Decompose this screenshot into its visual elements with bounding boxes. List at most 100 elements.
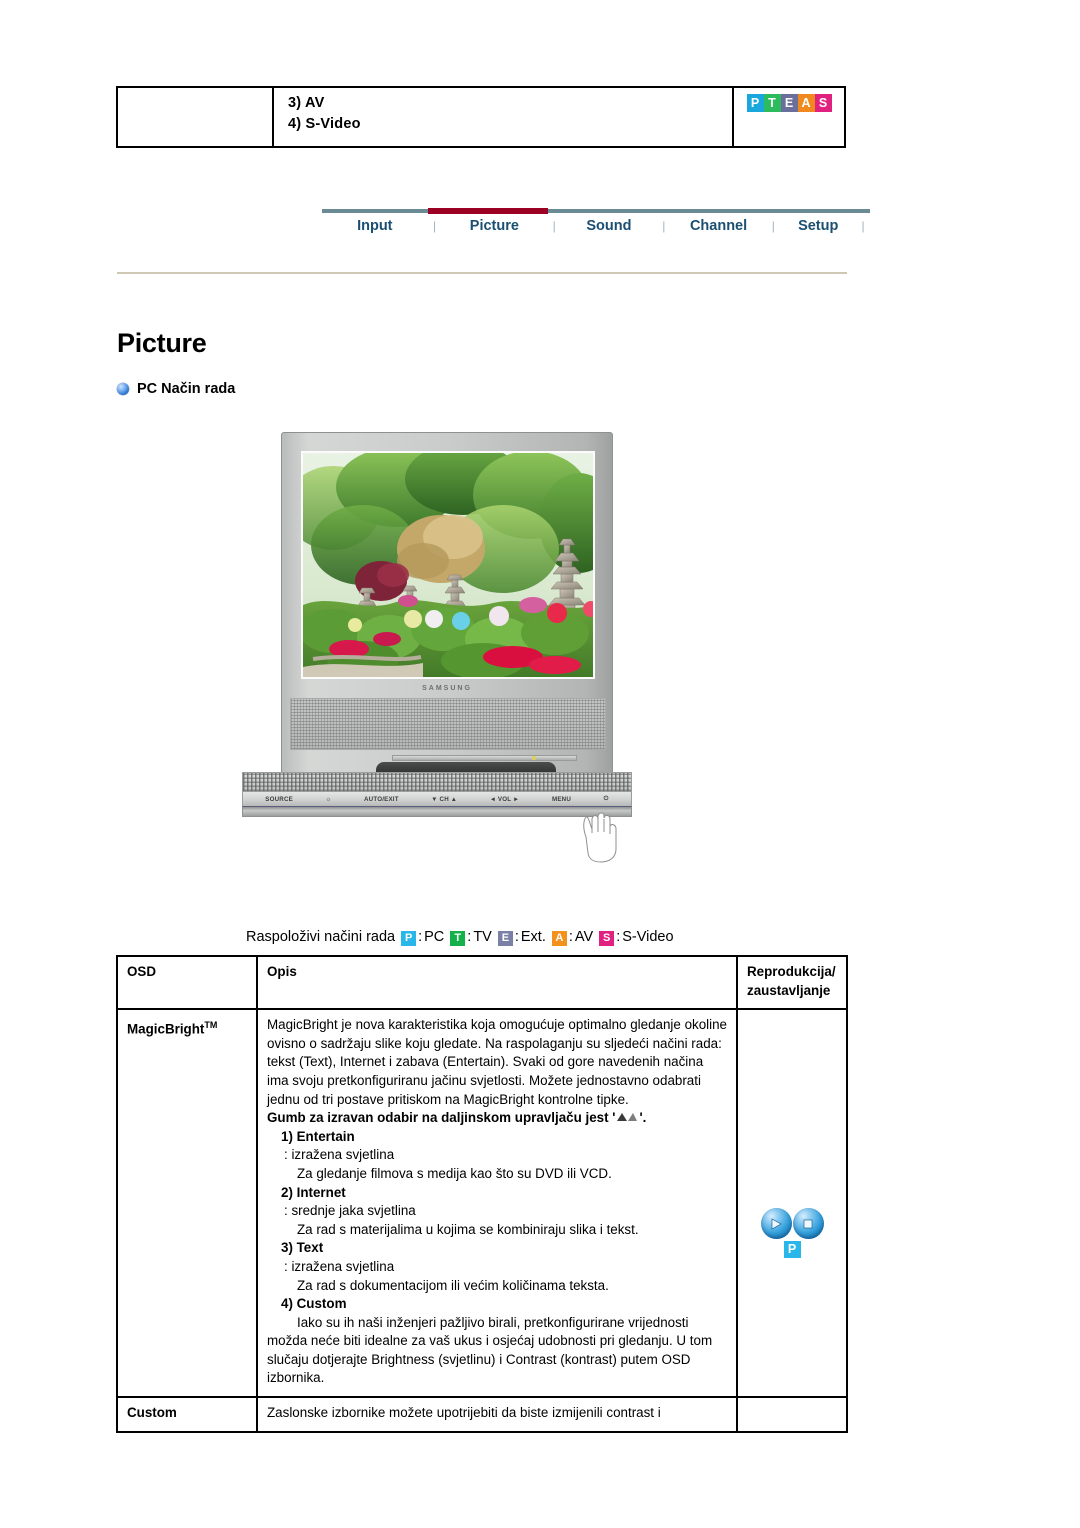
legend-colon-2: : [467, 929, 472, 945]
nav-separator-5: | [861, 219, 865, 233]
table-header-opis: Opis [256, 954, 738, 1011]
reproduction-icons: P [747, 1016, 837, 1259]
pteas-logo-icon: P T E A S [746, 94, 832, 112]
nav-item-channel[interactable]: Channel [671, 218, 767, 234]
mode-badge-ext-icon: E [497, 930, 513, 946]
bullet-sphere-icon [117, 383, 129, 395]
mode-item-brightness: : srednje jaka svjetlina [284, 1203, 416, 1219]
pteas-letter-e: E [780, 94, 798, 112]
main-nav[interactable]: Input | Picture | Sound | Channel | Setu… [322, 208, 870, 234]
monitor-base: SOURCE ☼ AUTO/EXIT ▼ CH ▲ ◄ VOL ► MENU ⏻ [242, 772, 632, 818]
row-description-magicbright: MagicBright je nova karakteristika koja … [256, 1008, 738, 1399]
monitor-button-strip [392, 755, 577, 761]
subsection-label: PC Način rada [137, 381, 236, 397]
stop-square-icon [793, 1208, 824, 1239]
hand-pointer-icon [583, 812, 617, 863]
play-triangle-icon [761, 1208, 792, 1239]
nav-separator-2: | [552, 219, 556, 233]
magicbright-text: MagicBright [127, 1021, 205, 1037]
legend-label-av: AV [574, 929, 594, 945]
legend-colon-5: : [616, 929, 621, 945]
control-button-row[interactable]: SOURCE ☼ AUTO/EXIT ▼ CH ▲ ◄ VOL ► MENU ⏻ [242, 792, 632, 806]
remote-note-suffix: '. [639, 1110, 647, 1126]
monitor-brand-label: SAMSUNG [422, 685, 472, 692]
mode-badge-svideo-icon: S [599, 930, 615, 946]
reprodukcija-line-2: zaustavljanje [747, 982, 831, 998]
nav-item-setup[interactable]: Setup [780, 218, 856, 234]
nav-item-picture[interactable]: Picture [442, 218, 548, 234]
row-reproduction-magicbright: P [736, 1008, 848, 1399]
mode-item-description: Za rad s materijalima u kojima se kombin… [297, 1221, 639, 1237]
monitor-screen [301, 451, 595, 679]
reprodukcija-line-1: Reprodukcija/ [747, 964, 836, 979]
magicbright-remote-icon [617, 1113, 638, 1122]
table-header-osd: OSD [116, 954, 258, 1011]
nav-rule [322, 208, 870, 214]
monitor-illustration: SAMSUNG SOURCE ☼ AUTO/EXIT ▼ CH ▲ ◄ VOL … [242, 432, 639, 863]
mode-item-brightness: : izražena svjetlina [284, 1147, 395, 1163]
table-row: MagicBrightTM MagicBright je nova karakt… [116, 1008, 848, 1399]
power-button-icon[interactable]: ⏻ [604, 795, 609, 803]
legend-colon-1: : [418, 929, 423, 945]
page-title: Picture [117, 328, 207, 358]
legend-label-pc: PC [424, 929, 445, 945]
row-label-magicbright: MagicBrightTM [116, 1008, 258, 1399]
mode-item-description: Za gledanje filmova s medija kao što su … [297, 1165, 612, 1181]
legend-label-ext: Ext. [520, 929, 546, 945]
nav-item-input[interactable]: Input [322, 218, 428, 234]
auto-exit-button[interactable]: AUTO/EXIT [364, 796, 399, 803]
pteas-letter-s: S [814, 94, 832, 112]
nav-separator-3: | [662, 219, 666, 233]
nav-item-sound[interactable]: Sound [561, 218, 657, 234]
power-led-icon [532, 756, 536, 760]
row-label-custom: Custom [116, 1396, 258, 1433]
legend-label: Raspoloživi načini rada [246, 929, 396, 945]
monitor-speaker-grille [290, 698, 606, 750]
mode-badge-pc-icon: P [401, 930, 417, 946]
base-speaker-grille [242, 772, 632, 792]
table-header-row: OSD Opis Reprodukcija/ zaustavljanje [116, 954, 848, 1011]
menu-button[interactable]: MENU [552, 796, 571, 803]
mode-item-description-custom: Iako su ih naši inženjeri pažljivo biral… [267, 1314, 713, 1386]
mode-badge-pc-icon: P [783, 1241, 801, 1259]
pteas-letter-p: P [746, 94, 764, 112]
row-reproduction-custom [736, 1396, 848, 1433]
channel-button[interactable]: ▼ CH ▲ [431, 796, 457, 803]
remote-note-prefix: Gumb za izravan odabir na daljinskom upr… [267, 1110, 616, 1126]
mode-item-heading: 1) Entertain [281, 1128, 355, 1144]
table-header-reprodukcija: Reprodukcija/ zaustavljanje [736, 954, 848, 1011]
remote-direct-button-note: Gumb za izravan odabir na daljinskom upr… [267, 1109, 727, 1128]
trademark-mark: TM [204, 1020, 218, 1031]
mode-item-description: Za rad s dokumentacijom ili većim količi… [297, 1277, 609, 1293]
mode-badge-tv-icon: T [450, 930, 466, 946]
source-button[interactable]: SOURCE [265, 796, 293, 803]
pteas-letter-t: T [763, 94, 781, 112]
monitor-body: SAMSUNG [281, 432, 613, 817]
mode-badge-av-icon: A [551, 930, 567, 946]
garden-photo [303, 453, 593, 677]
table-row: Custom Zaslonske izbornike možete upotri… [116, 1396, 848, 1433]
subsection-heading: PC Način rada [117, 381, 235, 397]
header-cell-logo: P T E A S [734, 88, 844, 146]
legend-label-tv: TV [473, 929, 492, 945]
base-front-edge [242, 806, 632, 817]
header-line-av: 3) AV [288, 95, 325, 111]
available-modes-legend: Raspoloživi načini rada P : PC T : TV E … [246, 929, 674, 946]
legend-colon-3: : [514, 929, 519, 945]
sphere-row [760, 1208, 824, 1240]
volume-button[interactable]: ◄ VOL ► [490, 796, 520, 803]
nav-separator-1: | [433, 219, 437, 233]
mode-item-heading-custom: 4) Custom [281, 1296, 347, 1312]
osd-description-table: OSD Opis Reprodukcija/ zaustavljanje Mag… [116, 954, 848, 1433]
mode-item-brightness: : izražena svjetlina [284, 1258, 395, 1274]
legend-label-svideo: S-Video [622, 929, 674, 945]
legend-colon-4: : [568, 929, 573, 945]
play-icon [760, 1208, 792, 1240]
nav-separator-4: | [771, 219, 775, 233]
mode-item-heading: 3) Text [281, 1240, 324, 1256]
mode-item-heading: 2) Internet [281, 1184, 346, 1200]
header-cell-inputs: 3) AV 4) S-Video [274, 88, 734, 146]
nav-items: Input | Picture | Sound | Channel | Setu… [322, 213, 870, 234]
magicbright-button-icon[interactable]: ☼ [326, 796, 332, 803]
pteas-letter-a: A [797, 94, 815, 112]
